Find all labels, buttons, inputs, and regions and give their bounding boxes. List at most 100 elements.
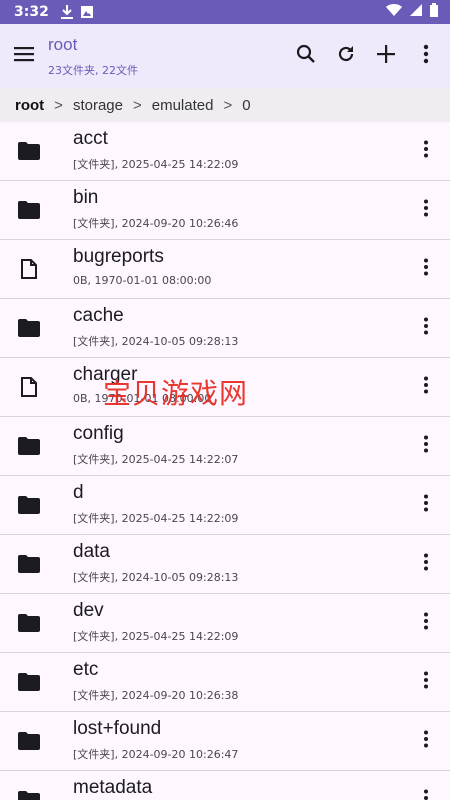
search-icon	[296, 44, 316, 68]
more-vert-icon	[423, 258, 429, 280]
more-vert-icon	[423, 671, 429, 693]
refresh-button[interactable]	[326, 36, 366, 76]
file-meta: [文件夹], 2024-10-05 09:28:13	[73, 571, 239, 584]
file-name: d	[73, 482, 84, 503]
file-row[interactable]: data [文件夹], 2024-10-05 09:28:13	[0, 535, 450, 594]
status-bar: 3:32	[0, 0, 450, 24]
folder-icon	[18, 789, 40, 800]
search-button[interactable]	[286, 36, 326, 76]
file-row[interactable]: etc [文件夹], 2024-09-20 10:26:38	[0, 653, 450, 712]
battery-icon	[430, 3, 438, 21]
breadcrumb-0[interactable]: 0	[242, 97, 250, 114]
file-name: config	[73, 423, 124, 444]
row-more-button[interactable]	[412, 255, 440, 283]
title-block: root 23文件夹, 22文件	[48, 34, 138, 78]
file-meta: [文件夹], 2024-10-05 09:28:13	[73, 335, 239, 348]
file-name: data	[73, 541, 110, 562]
row-more-button[interactable]	[412, 432, 440, 460]
file-name: cache	[73, 305, 124, 326]
row-more-button[interactable]	[412, 550, 440, 578]
file-row[interactable]: d [文件夹], 2025-04-25 14:22:09	[0, 476, 450, 535]
page-subtitle: 23文件夹, 22文件	[48, 64, 138, 77]
file-row[interactable]: charger 0B, 1970-01-01 08:00:00	[0, 358, 450, 417]
more-vert-icon	[423, 140, 429, 162]
file-name: dev	[73, 600, 104, 621]
breadcrumb-separator: >	[223, 96, 233, 114]
breadcrumb: root > storage > emulated > 0	[0, 88, 450, 122]
row-more-button[interactable]	[412, 786, 440, 800]
more-vert-icon	[423, 612, 429, 634]
signal-icon	[410, 4, 422, 20]
file-name: charger	[73, 364, 138, 385]
row-more-button[interactable]	[412, 491, 440, 519]
file-meta: [文件夹], 2024-09-20 10:26:38	[73, 689, 239, 702]
add-icon	[377, 45, 395, 67]
file-meta: [文件夹], 2024-09-20 10:26:46	[73, 217, 239, 230]
folder-icon	[18, 671, 40, 693]
folder-icon	[18, 494, 40, 516]
file-row[interactable]: lost+found [文件夹], 2024-09-20 10:26:47	[0, 712, 450, 771]
file-row[interactable]: bugreports 0B, 1970-01-01 08:00:00	[0, 240, 450, 299]
more-vert-icon	[423, 789, 429, 800]
breadcrumb-separator: >	[132, 96, 142, 114]
file-name: bin	[73, 187, 99, 208]
menu-icon	[14, 46, 34, 66]
more-vert-icon	[423, 199, 429, 221]
folder-icon	[18, 435, 40, 457]
folder-icon	[18, 140, 40, 162]
app-bar: root 23文件夹, 22文件	[0, 24, 450, 88]
file-name: bugreports	[73, 246, 164, 267]
file-row[interactable]: cache [文件夹], 2024-10-05 09:28:13	[0, 299, 450, 358]
file-list: acct [文件夹], 2025-04-25 14:22:09 bin [文件夹],…	[0, 122, 450, 800]
folder-icon	[18, 730, 40, 752]
row-more-button[interactable]	[412, 668, 440, 696]
file-name: metadata	[73, 777, 153, 798]
file-meta: [文件夹], 2025-04-25 14:22:09	[73, 158, 239, 171]
breadcrumb-storage[interactable]: storage	[73, 97, 123, 114]
download-icon	[60, 5, 73, 19]
image-icon	[80, 6, 93, 18]
more-vert-icon	[423, 494, 429, 516]
file-meta: 0B, 1970-01-01 08:00:00	[73, 392, 212, 405]
row-more-button[interactable]	[412, 314, 440, 342]
overflow-menu-button[interactable]	[406, 36, 446, 76]
refresh-icon	[336, 44, 356, 68]
file-row[interactable]: acct [文件夹], 2025-04-25 14:22:09	[0, 122, 450, 181]
folder-icon	[18, 317, 40, 339]
more-vert-icon	[423, 44, 429, 68]
file-row[interactable]: bin [文件夹], 2024-09-20 10:26:46	[0, 181, 450, 240]
file-row[interactable]: dev [文件夹], 2025-04-25 14:22:09	[0, 594, 450, 653]
file-meta: [文件夹], 2024-09-20 10:26:47	[73, 748, 239, 761]
more-vert-icon	[423, 553, 429, 575]
file-name: lost+found	[73, 718, 162, 739]
file-meta: 0B, 1970-01-01 08:00:00	[73, 274, 212, 287]
page-title: root	[48, 35, 78, 54]
file-name: acct	[73, 128, 108, 149]
folder-icon	[18, 553, 40, 575]
folder-icon	[18, 199, 40, 221]
folder-icon	[18, 612, 40, 634]
file-meta: [文件夹], 2025-04-25 14:22:07	[73, 453, 239, 466]
row-more-button[interactable]	[412, 727, 440, 755]
wifi-icon	[386, 4, 402, 20]
more-vert-icon	[423, 435, 429, 457]
file-icon	[18, 376, 40, 398]
breadcrumb-emulated[interactable]: emulated	[152, 97, 214, 114]
breadcrumb-separator: >	[54, 96, 63, 114]
file-row[interactable]: config [文件夹], 2025-04-25 14:22:07	[0, 417, 450, 476]
more-vert-icon	[423, 317, 429, 339]
file-icon	[18, 258, 40, 280]
breadcrumb-root[interactable]: root	[15, 97, 44, 114]
row-more-button[interactable]	[412, 373, 440, 401]
file-row[interactable]: metadata	[0, 771, 450, 800]
more-vert-icon	[423, 730, 429, 752]
row-more-button[interactable]	[412, 196, 440, 224]
row-more-button[interactable]	[412, 609, 440, 637]
row-more-button[interactable]	[412, 137, 440, 165]
more-vert-icon	[423, 376, 429, 398]
add-button[interactable]	[366, 36, 406, 76]
file-name: etc	[73, 659, 99, 680]
file-meta: [文件夹], 2025-04-25 14:22:09	[73, 512, 239, 525]
menu-button[interactable]	[0, 32, 48, 80]
status-time: 3:32	[14, 4, 49, 20]
